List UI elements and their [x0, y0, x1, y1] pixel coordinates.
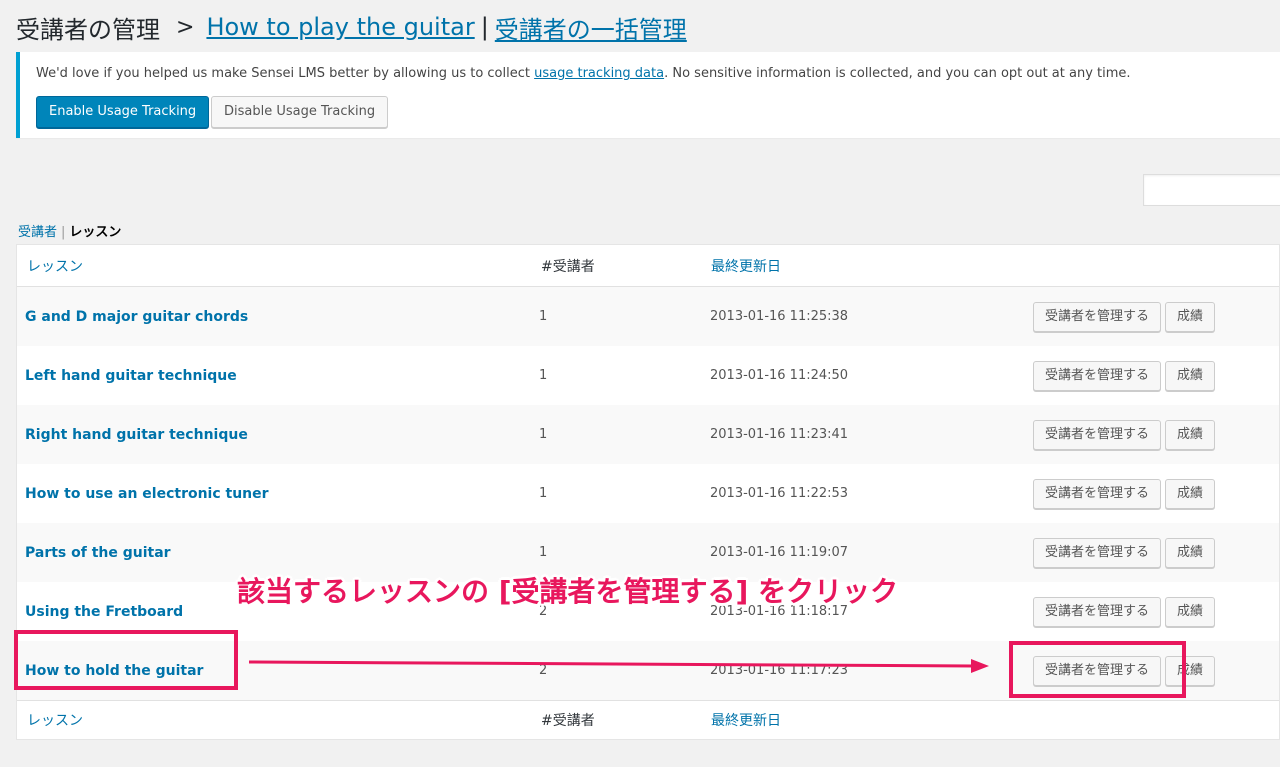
grades-button[interactable]: 成績	[1165, 537, 1216, 568]
search-input[interactable]	[1143, 174, 1280, 206]
table-row: How to use an electronic tuner 1 2013-01-1…	[17, 464, 1279, 523]
learner-count: 1	[539, 309, 548, 324]
grades-button[interactable]: 成績	[1165, 478, 1216, 509]
annotation-arrow	[249, 659, 989, 673]
row-actions: 受講者を管理する 成績	[1033, 346, 1216, 405]
table-row: Left hand guitar technique 1 2013-01-16 11…	[17, 346, 1279, 405]
table-footer: レッスン #受講者 最終更新日	[17, 700, 1279, 739]
grades-button[interactable]: 成績	[1165, 301, 1216, 332]
highlight-lesson-title	[14, 630, 238, 690]
lesson-title-link[interactable]: How to use an electronic tuner	[25, 464, 269, 523]
last-updated: 2013-01-16 11:22:53	[710, 486, 849, 501]
subnav-pipe: |	[61, 225, 66, 240]
disable-tracking-button[interactable]: Disable Usage Tracking	[211, 96, 389, 128]
lesson-title-link[interactable]: G and D major guitar chords	[25, 287, 248, 346]
lesson-title-link[interactable]: Parts of the guitar	[25, 523, 171, 582]
annotation-text: 該当するレッスンの [受講者を管理する] をクリック	[237, 575, 899, 608]
last-updated: 2013-01-16 11:23:41	[710, 427, 849, 442]
notice-text-before: We'd love if you helped us make Sensei L…	[36, 66, 535, 81]
table-row: G and D major guitar chords 1 2013-01-16 1…	[17, 287, 1279, 346]
column-updated[interactable]: 最終更新日	[711, 245, 781, 286]
page-title: 受講者の管理	[16, 15, 160, 44]
footer-column-lesson[interactable]: レッスン	[27, 701, 83, 739]
last-updated: 2013-01-16 11:25:38	[710, 309, 849, 324]
subnav-lessons-current: レッスン	[69, 225, 122, 240]
learner-count: 1	[539, 368, 548, 383]
subnav: 受講者 | レッスン	[18, 221, 121, 240]
lesson-title-link[interactable]: Right hand guitar technique	[25, 405, 248, 464]
row-actions: 受講者を管理する 成績	[1033, 405, 1216, 464]
header-divider: |	[480, 13, 489, 41]
footer-column-updated[interactable]: 最終更新日	[711, 701, 781, 739]
highlight-manage-button	[1009, 641, 1186, 698]
usage-tracking-link[interactable]: usage tracking data	[534, 66, 664, 81]
learner-count: 1	[539, 486, 548, 501]
subnav-learners-link[interactable]: 受講者	[18, 225, 57, 240]
bulk-manage-link[interactable]: 受講者の一括管理	[495, 10, 687, 45]
manage-learners-button[interactable]: 受講者を管理する	[1033, 301, 1162, 332]
grades-button[interactable]: 成績	[1165, 360, 1216, 391]
lesson-title-link[interactable]: Left hand guitar technique	[25, 346, 237, 405]
row-actions: 受講者を管理する 成績	[1033, 523, 1216, 582]
row-actions: 受講者を管理する 成績	[1033, 464, 1216, 523]
manage-learners-button[interactable]: 受講者を管理する	[1033, 537, 1162, 568]
footer-column-count: #受講者	[541, 713, 595, 729]
manage-learners-button[interactable]: 受講者を管理する	[1033, 360, 1162, 391]
grades-button[interactable]: 成績	[1165, 596, 1216, 627]
last-updated: 2013-01-16 11:24:50	[710, 368, 849, 383]
row-actions: 受講者を管理する 成績	[1033, 287, 1216, 346]
column-count: #受講者	[541, 258, 595, 275]
table-header: レッスン #受講者 最終更新日	[17, 245, 1279, 287]
grades-button[interactable]: 成績	[1165, 419, 1216, 450]
enable-tracking-button[interactable]: Enable Usage Tracking	[36, 96, 210, 128]
notice-text: We'd love if you helped us make Sensei L…	[36, 66, 1131, 81]
course-link[interactable]: How to play the guitar	[206, 13, 474, 41]
page-header: 受講者の管理 > How to play the guitar | 受講者の一括…	[16, 8, 687, 46]
table-row: Right hand guitar technique 1 2013-01-16 1…	[17, 405, 1279, 464]
learner-count: 1	[539, 427, 548, 442]
breadcrumb-separator: >	[176, 14, 195, 40]
column-lesson[interactable]: レッスン	[27, 245, 83, 286]
manage-learners-button[interactable]: 受講者を管理する	[1033, 596, 1162, 627]
manage-learners-button[interactable]: 受講者を管理する	[1033, 419, 1162, 450]
row-actions: 受講者を管理する 成績	[1033, 582, 1216, 641]
usage-tracking-notice: We'd love if you helped us make Sensei L…	[16, 52, 1280, 138]
notice-text-after: . No sensitive information is collected,…	[664, 66, 1131, 81]
manage-learners-button[interactable]: 受講者を管理する	[1033, 478, 1162, 509]
